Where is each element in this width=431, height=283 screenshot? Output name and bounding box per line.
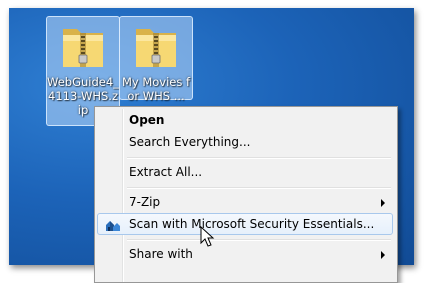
menu-item-search-everything[interactable]: Search Everything...	[97, 131, 393, 153]
screenshot-frame: WebGuide4_4113-WHS.zip My Movies for WHS…	[0, 0, 431, 283]
menu-item-open[interactable]: Open	[97, 109, 393, 131]
menu-separator	[127, 187, 391, 189]
submenu-arrow-icon	[381, 199, 385, 207]
menu-separator	[127, 239, 391, 241]
mouse-cursor-icon	[200, 226, 215, 247]
menu-item-share-with[interactable]: Share with	[97, 243, 393, 265]
context-menu: Open Search Everything... Extract All...…	[94, 106, 398, 283]
menu-item-extract-all[interactable]: Extract All...	[97, 161, 393, 183]
desktop-icon-my-movies-zip[interactable]: My Movies for WHS ...	[119, 16, 193, 103]
menu-item-label: Scan with Microsoft Security Essentials.…	[129, 217, 375, 231]
security-essentials-icon	[106, 221, 120, 231]
zip-folder-icon	[63, 29, 103, 67]
menu-separator	[127, 157, 391, 159]
menu-item-label: Extract All...	[129, 165, 203, 179]
menu-item-label: 7-Zip	[129, 195, 161, 209]
menu-item-scan-mse[interactable]: Scan with Microsoft Security Essentials.…	[97, 213, 393, 235]
menu-item-label: Search Everything...	[129, 135, 251, 149]
submenu-arrow-icon	[381, 251, 385, 259]
desktop-icon-label: My Movies for WHS ...	[121, 75, 191, 103]
menu-item-label: Share with	[129, 247, 193, 261]
zip-folder-icon	[136, 29, 176, 67]
menu-item-7zip[interactable]: 7-Zip	[97, 191, 393, 213]
menu-item-label: Open	[129, 113, 165, 127]
